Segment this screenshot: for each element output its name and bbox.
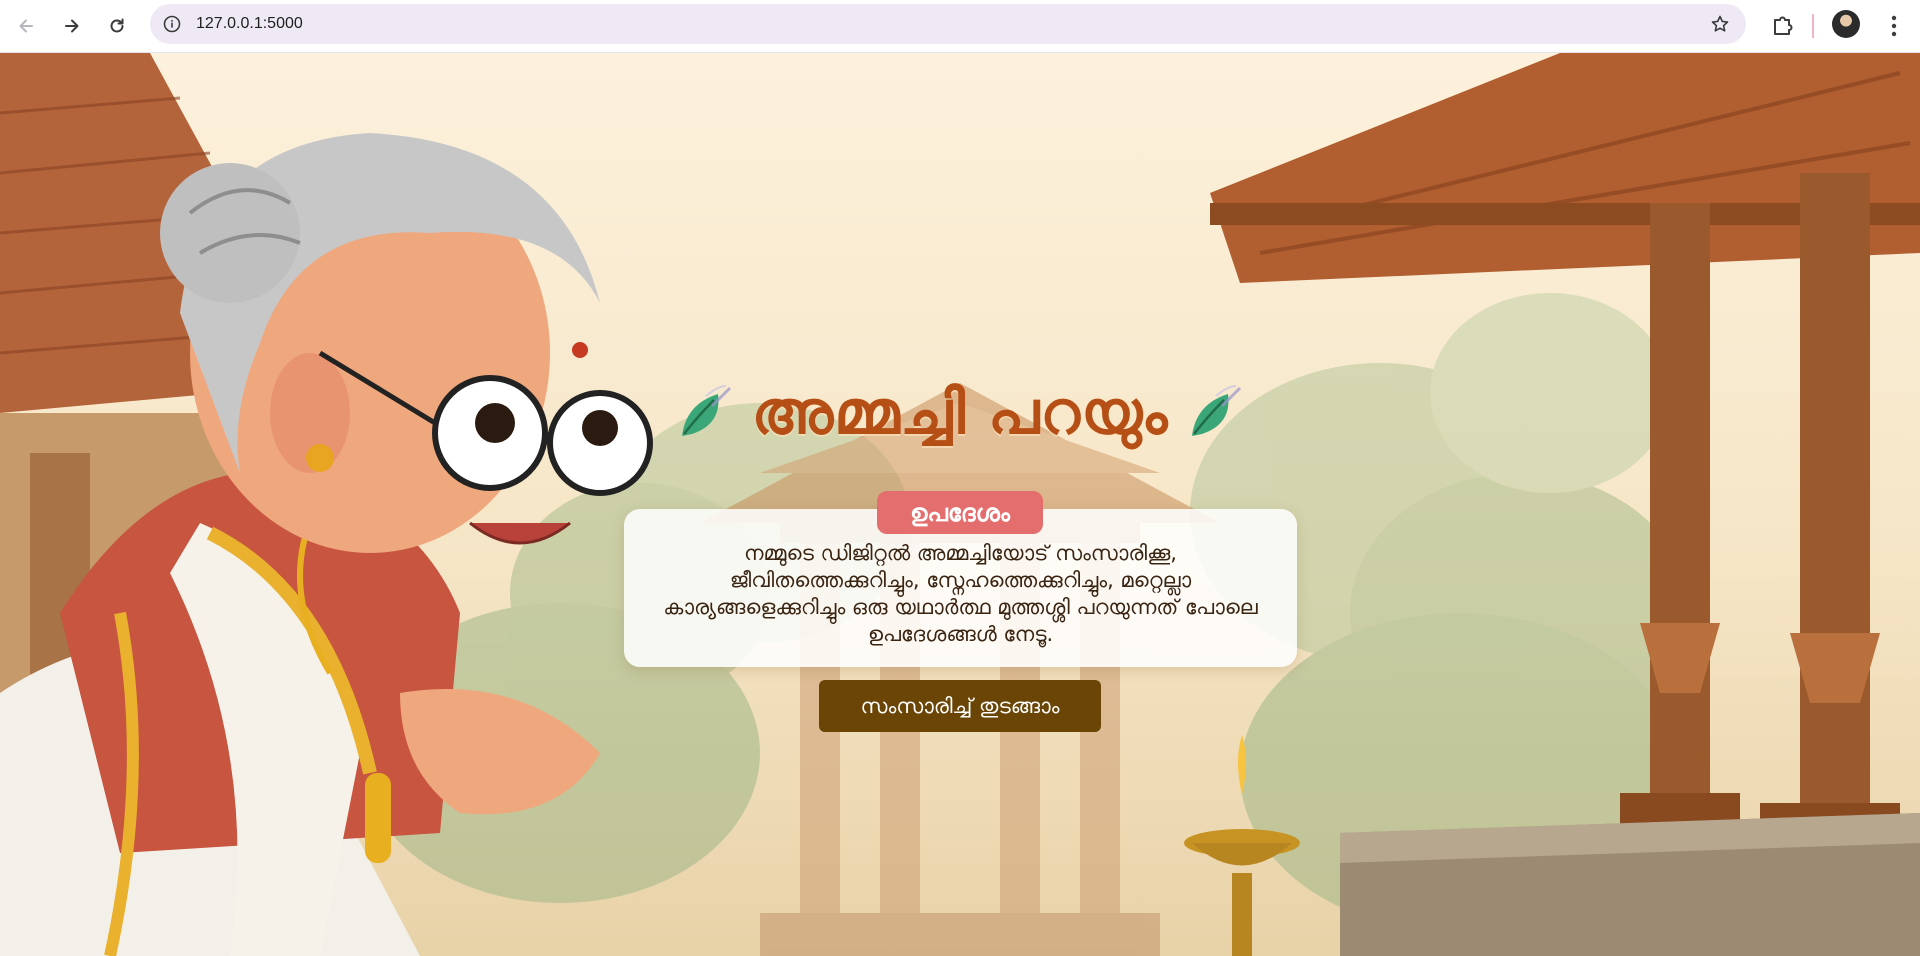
advice-description: നമ്മുടെ ഡിജിറ്റൽ അമ്മച്ചിയോട് സംസാരിക്കൂ… <box>663 541 1258 646</box>
address-bar[interactable]: 127.0.0.1:5000 <box>150 4 1746 44</box>
extensions-puzzle-icon[interactable] <box>1766 10 1798 42</box>
start-chat-button[interactable]: സംസാരിച്ച് തുടങ്ങാം <box>819 680 1101 732</box>
back-arrow-icon <box>19 19 33 33</box>
page-title: അമ്മച്ചി പറയും <box>751 378 1169 448</box>
browser-toolbar: 127.0.0.1:5000 <box>0 0 1920 53</box>
forward-button[interactable] <box>54 8 90 44</box>
leaf-icon <box>1192 385 1242 436</box>
reload-button[interactable] <box>99 8 135 44</box>
profile-avatar[interactable] <box>1832 10 1860 38</box>
advice-badge: ഉപദേശം <box>877 491 1043 534</box>
back-button[interactable] <box>8 8 44 44</box>
url-text[interactable]: 127.0.0.1:5000 <box>196 15 303 33</box>
toolbar-divider <box>1812 14 1814 38</box>
forward-arrow-icon <box>65 19 79 33</box>
reload-icon <box>110 18 124 33</box>
background-temple <box>700 383 1220 956</box>
title-row: അമ്മച്ചി പറയും <box>0 363 1920 463</box>
more-menu-icon[interactable] <box>1880 10 1908 42</box>
leaf-icon <box>681 385 731 436</box>
hero-section: അമ്മച്ചി പറയും നമ്മുടെ ഡിജിറ്റൽ അമ്മച്ചി… <box>0 53 1920 956</box>
site-info-icon[interactable] <box>162 14 182 34</box>
bookmark-star-icon[interactable] <box>1710 14 1730 34</box>
